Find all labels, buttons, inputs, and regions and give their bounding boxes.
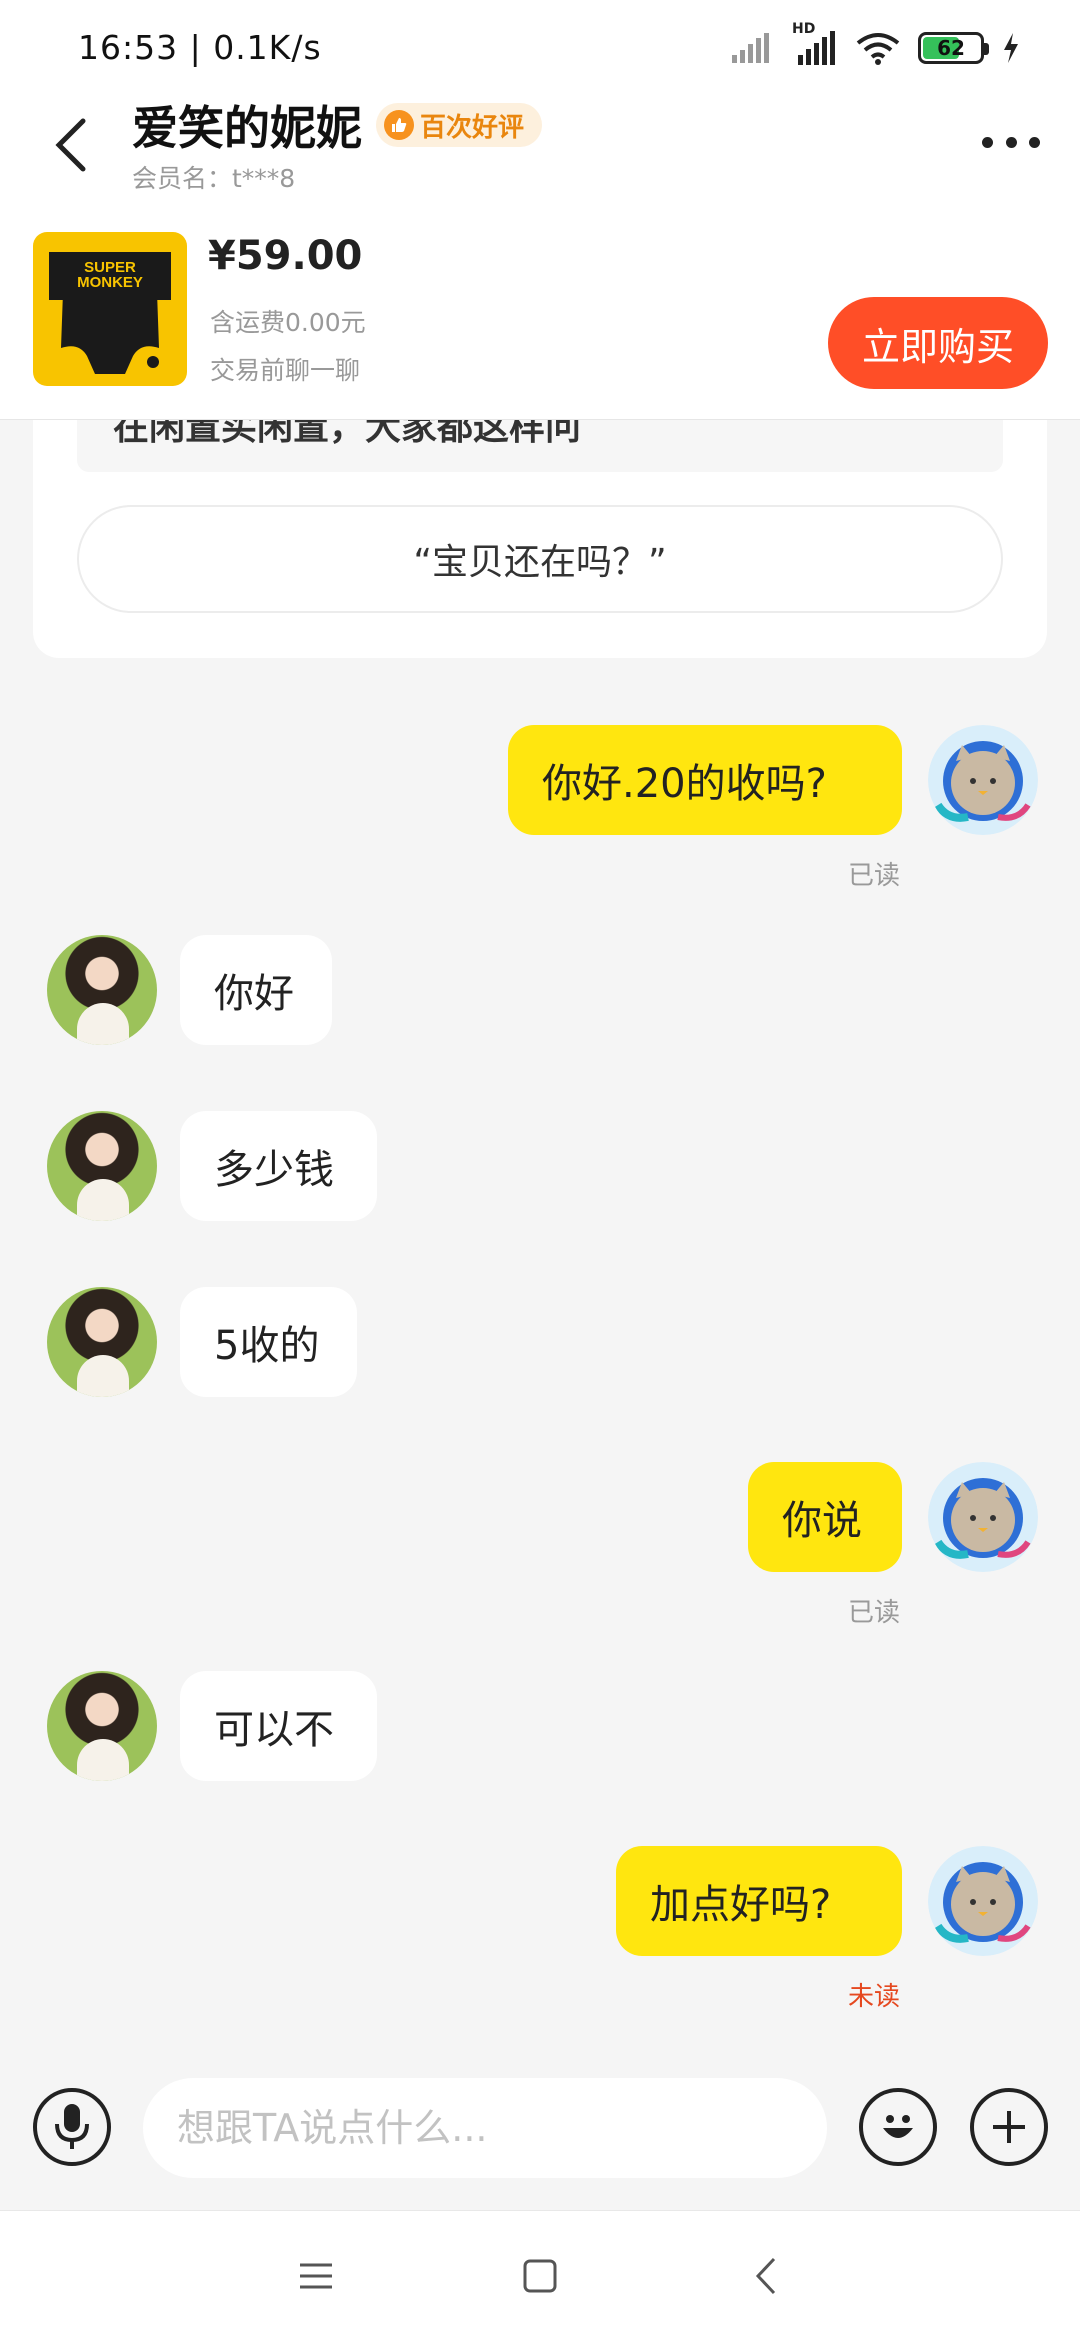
more-actions-button[interactable] <box>970 2088 1048 2166</box>
message-bubble-theirs[interactable]: 你好 <box>180 935 332 1045</box>
back-button[interactable] <box>36 105 106 185</box>
chevron-left-icon <box>755 2257 776 2295</box>
hamburger-menu-icon <box>300 2263 332 2289</box>
more-button[interactable] <box>976 117 1046 167</box>
quick-question-button[interactable]: “宝贝还在吗？” <box>77 505 1003 613</box>
plus-icon <box>993 2111 1025 2143</box>
message-input[interactable] <box>143 2078 827 2178</box>
message-bubble-mine[interactable]: 加点好吗? <box>616 1846 902 1956</box>
message-bubble-mine[interactable]: 你说 <box>748 1462 902 1572</box>
read-status: 已读 <box>848 1598 901 1628</box>
product-price: ¥59.00 <box>208 233 363 279</box>
hd-label: HD <box>792 20 816 37</box>
quick-question-card: 在闲置买闲置，大家都这样问 “宝贝还在吗？” <box>33 420 1047 658</box>
buy-now-button[interactable]: 立即购买 <box>828 297 1048 389</box>
emoji-button[interactable] <box>859 2088 937 2166</box>
battery-level: 62 <box>937 35 965 60</box>
seller-name[interactable]: 爱笑的妮妮 <box>132 92 362 158</box>
chat-before-trade: 交易前聊一聊 <box>210 356 361 385</box>
nav-back-button[interactable] <box>736 2246 796 2306</box>
message-bubble-theirs[interactable]: 可以不 <box>180 1671 377 1781</box>
message-bubble-mine[interactable]: 你好.20的收吗? <box>508 725 902 835</box>
smiley-face-icon <box>883 2115 913 2138</box>
battery-icon: 62 <box>918 31 989 64</box>
system-nav-bar <box>0 2210 1080 2340</box>
cat-avatar-icon <box>928 1462 1038 1572</box>
my-avatar[interactable] <box>928 1462 1038 1572</box>
product-bar: SUPER MONKEY ¥59.00 含运费0.00元 交易前聊一聊 立即购买 <box>0 205 1080 420</box>
seller-avatar[interactable] <box>47 1287 157 1397</box>
badge-label: 百次好评 <box>420 112 525 143</box>
chevron-left-icon <box>55 118 86 172</box>
chat-header: 爱笑的妮妮 百次好评 会员名：t***8 <box>0 95 1080 205</box>
nav-menu-button[interactable] <box>286 2246 346 2306</box>
message-input-bar <box>0 2070 1080 2210</box>
thumbs-up-icon <box>384 110 414 140</box>
cat-avatar-icon <box>928 725 1038 835</box>
read-status: 已读 <box>848 861 901 891</box>
status-icons: HD 62 <box>732 21 1020 65</box>
cat-avatar-icon <box>928 1846 1038 1956</box>
my-avatar[interactable] <box>928 725 1038 835</box>
shipping-fee: 含运费0.00元 <box>210 308 366 337</box>
review-badge: 百次好评 <box>376 103 543 147</box>
voice-button[interactable] <box>33 2088 111 2166</box>
unread-status: 未读 <box>848 1982 901 2012</box>
hd-signal-icon: HD <box>790 21 838 65</box>
seller-avatar[interactable] <box>47 1671 157 1781</box>
square-home-icon <box>523 2259 557 2293</box>
signal-icon <box>732 32 769 63</box>
seller-avatar[interactable] <box>47 935 157 1045</box>
charging-icon <box>1004 32 1018 63</box>
seller-avatar[interactable] <box>47 1111 157 1221</box>
wifi-icon <box>856 32 900 65</box>
status-time: 16:53 | 0.1K/s <box>78 28 322 67</box>
my-avatar[interactable] <box>928 1846 1038 1956</box>
message-bubble-theirs[interactable]: 5收的 <box>180 1287 357 1397</box>
seller-name-row: 爱笑的妮妮 百次好评 <box>132 92 543 158</box>
microphone-icon <box>55 2104 89 2149</box>
message-bubble-theirs[interactable]: 多少钱 <box>180 1111 377 1221</box>
member-id: 会员名：t***8 <box>132 164 296 193</box>
more-dots-icon <box>982 136 993 148</box>
thumb-brand-text: SUPER MONKEY <box>77 259 143 291</box>
nav-home-button[interactable] <box>510 2246 570 2306</box>
card-partial-text-box: 在闲置买闲置，大家都这样问 <box>77 420 1003 472</box>
product-thumbnail[interactable]: SUPER MONKEY <box>33 232 187 386</box>
status-bar: 16:53 | 0.1K/s HD 62 <box>0 0 1080 95</box>
card-partial-text: 在闲置买闲置，大家都这样问 <box>113 420 582 448</box>
